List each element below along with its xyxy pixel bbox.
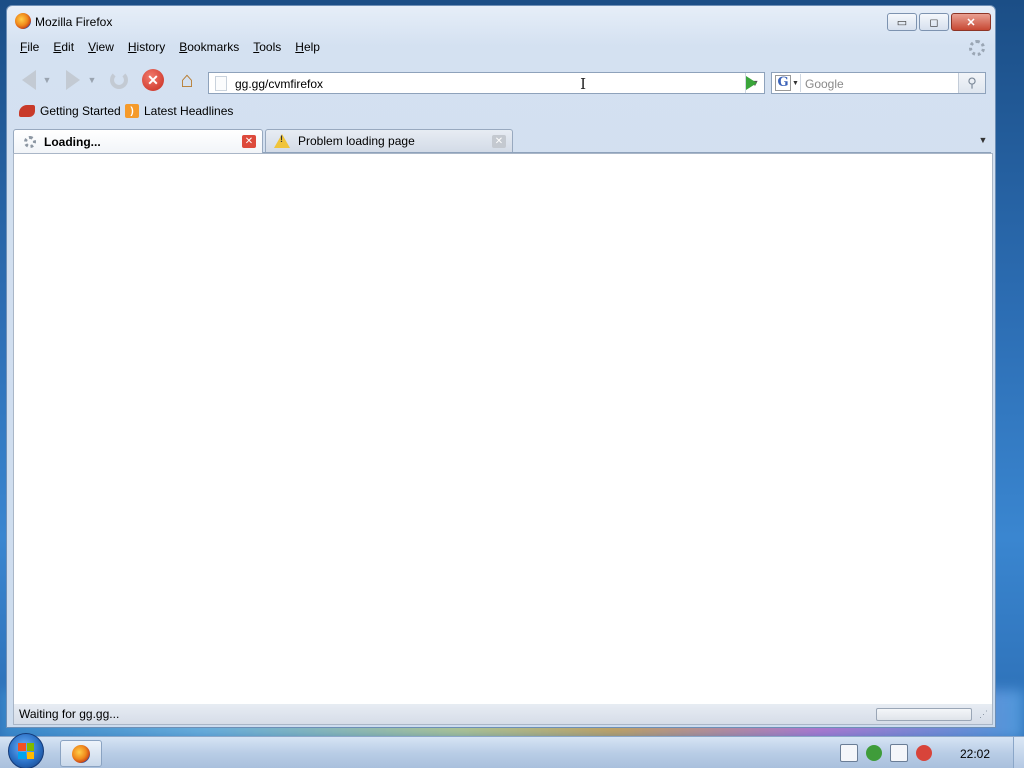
back-history-dropdown[interactable]: ▼	[41, 68, 53, 92]
bookmarks-toolbar: Getting Started ) Latest Headlines	[7, 98, 995, 126]
maximize-button[interactable]: ◻	[919, 13, 949, 31]
firefox-icon	[15, 13, 31, 29]
text-cursor-icon: I	[580, 75, 586, 93]
resize-grip-icon[interactable]: ⋰	[979, 709, 989, 719]
rss-icon: )	[125, 104, 139, 118]
activity-throbber-icon	[969, 40, 985, 56]
google-icon: G	[775, 75, 792, 91]
go-arrow-icon	[745, 76, 757, 90]
home-icon: ⌂	[180, 67, 194, 92]
menu-edit[interactable]: Edit	[46, 37, 81, 57]
menu-bar: File Edit View History Bookmarks Tools H…	[13, 37, 327, 57]
tab-loading[interactable]: Loading... ✕	[13, 129, 263, 154]
forward-history-dropdown[interactable]: ▼	[86, 68, 98, 92]
back-button[interactable]	[17, 68, 41, 92]
stop-button[interactable]: ✕	[141, 68, 165, 92]
start-button[interactable]	[8, 733, 44, 768]
chevron-down-icon: ▼	[978, 135, 988, 145]
volume-muted-icon[interactable]	[916, 745, 932, 761]
progress-meter	[876, 708, 972, 721]
tab-problem-loading[interactable]: ! Problem loading page ✕	[265, 129, 513, 152]
bookmark-label: Getting Started	[40, 104, 121, 118]
firefox-window: Mozilla Firefox ▭ ◻ ✕ File Edit View His…	[6, 5, 996, 728]
bookmark-label: Latest Headlines	[144, 104, 234, 118]
show-desktop-button[interactable]	[1013, 737, 1024, 768]
tab-strip: Loading... ✕ ! Problem loading page ✕ ▼	[13, 128, 991, 154]
menu-history[interactable]: History	[121, 37, 172, 57]
security-icon[interactable]	[866, 745, 882, 761]
close-tab-icon[interactable]: ✕	[242, 135, 256, 148]
chevron-down-icon: ▼	[42, 75, 52, 85]
network-icon[interactable]	[890, 744, 908, 762]
firefox-icon	[72, 744, 90, 763]
reload-button[interactable]	[107, 68, 131, 92]
forward-button[interactable]	[61, 68, 85, 92]
tab-label: Problem loading page	[298, 134, 415, 148]
chevron-down-icon: ▼	[792, 79, 799, 87]
getting-started-icon	[19, 105, 35, 117]
menu-tools[interactable]: Tools	[246, 37, 288, 57]
home-button[interactable]: ⌂	[175, 68, 199, 92]
search-button[interactable]: ⚲	[958, 73, 985, 93]
page-favicon-icon	[215, 76, 227, 91]
page-content-area[interactable]	[13, 153, 993, 706]
reload-icon	[110, 71, 128, 89]
menu-help[interactable]: Help	[288, 37, 327, 57]
stop-icon: ✕	[142, 69, 164, 91]
search-bar[interactable]: G ▼ Google ⚲	[771, 72, 986, 94]
close-window-button[interactable]: ✕	[951, 13, 991, 31]
address-bar[interactable]: gg.gg/cvmfirefox I ▼	[208, 72, 765, 94]
go-button[interactable]	[740, 72, 762, 94]
taskbar: 22:02	[0, 733, 1024, 768]
clock[interactable]: 22:02	[960, 747, 990, 761]
status-bar: Waiting for gg.gg... ⋰	[13, 704, 993, 725]
window-title: Mozilla Firefox	[35, 15, 113, 29]
forward-arrow-icon	[66, 70, 80, 90]
windows-logo-icon	[18, 743, 34, 759]
system-tray	[840, 741, 932, 765]
chevron-down-icon: ▼	[87, 75, 97, 85]
url-text[interactable]: gg.gg/cvmfirefox	[235, 77, 323, 91]
close-tab-icon[interactable]: ✕	[492, 135, 506, 148]
search-placeholder[interactable]: Google	[805, 77, 844, 91]
back-arrow-icon	[22, 70, 36, 90]
window-controls: ▭ ◻ ✕	[887, 13, 991, 31]
magnifier-icon: ⚲	[967, 75, 977, 90]
menu-view[interactable]: View	[81, 37, 121, 57]
loading-spinner-icon	[24, 136, 36, 148]
navigation-toolbar: ▼ ▼ ✕ ⌂ gg.gg/cvmfirefox I ▼ G ▼ Google …	[7, 62, 995, 96]
bookmark-getting-started[interactable]: Getting Started	[19, 104, 121, 118]
status-text: Waiting for gg.gg...	[19, 707, 120, 721]
tab-label: Loading...	[44, 135, 101, 149]
action-center-icon[interactable]	[840, 744, 858, 762]
tab-list-button[interactable]: ▼	[975, 130, 991, 150]
menu-file[interactable]: File	[13, 37, 46, 57]
search-engine-selector[interactable]: G ▼	[774, 74, 801, 92]
menu-bookmarks[interactable]: Bookmarks	[172, 37, 246, 57]
title-bar[interactable]: Mozilla Firefox ▭ ◻ ✕	[7, 6, 995, 34]
minimize-button[interactable]: ▭	[887, 13, 917, 31]
bookmark-latest-headlines[interactable]: ) Latest Headlines	[125, 104, 233, 118]
warning-mark: !	[280, 134, 283, 144]
taskbar-firefox-button[interactable]	[60, 740, 102, 767]
